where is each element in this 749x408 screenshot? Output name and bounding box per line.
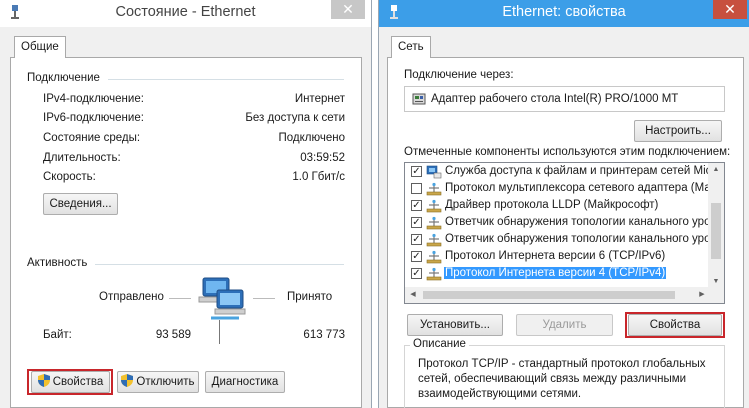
divider <box>169 298 191 299</box>
component-item[interactable]: ✓ Служба доступа к файлам и принтерам сет… <box>405 164 722 180</box>
component-label: Ответчик обнаружения топологии канальног… <box>445 233 717 245</box>
description-label: Описание <box>410 338 469 350</box>
scroll-left-icon[interactable]: ◀ <box>408 290 418 298</box>
title-bar[interactable]: Ethernet: свойства ✕ <box>379 0 749 27</box>
component-checkbox[interactable]: ✓ <box>411 200 422 211</box>
bytes-sent-value: 93 589 <box>155 329 191 341</box>
network-panel: Подключение через: Адаптер рабочего стол… <box>387 57 744 408</box>
protocol-icon <box>426 267 442 281</box>
media-state-value: Подключено <box>278 132 346 144</box>
received-label: Принято <box>287 291 333 303</box>
connection-group-label: Подключение <box>27 72 100 84</box>
details-button[interactable]: Сведения... <box>43 193 118 215</box>
ipv6-label: IPv6-подключение: <box>43 112 144 124</box>
description-text: Протокол TCP/IP - стандартный протокол г… <box>418 358 706 400</box>
component-item[interactable]: ✓ Ответчик обнаружения топологии канально… <box>405 215 717 231</box>
adapter-name: Адаптер рабочего стола Intel(R) PRO/1000… <box>431 93 679 105</box>
activity-group-label: Активность <box>27 257 88 269</box>
bytes-received-value: 613 773 <box>303 329 345 341</box>
component-item[interactable]: Протокол мультиплексора сетевого адаптер… <box>405 181 722 197</box>
group-divider <box>108 79 344 80</box>
disable-button-label: Отключить <box>136 376 195 388</box>
close-button[interactable]: ✕ <box>713 0 747 19</box>
component-item[interactable]: ✓ Протокол Интернета версии 4 (TCP/IPv4) <box>405 266 710 282</box>
highlight-frame <box>625 312 725 338</box>
disable-button[interactable]: Отключить <box>117 371 199 393</box>
component-checkbox[interactable]: ✓ <box>411 217 422 228</box>
highlight-frame <box>27 369 113 395</box>
speed-label: Скорость: <box>43 171 96 183</box>
protocol-icon <box>426 216 442 230</box>
general-panel: Подключение IPv4-подключение: Интернет I… <box>10 57 362 408</box>
tab-general[interactable]: Общие <box>14 36 66 58</box>
connect-using-label: Подключение через: <box>404 69 514 81</box>
configure-button[interactable]: Настроить... <box>634 120 722 142</box>
group-divider <box>95 264 344 265</box>
component-checkbox[interactable] <box>411 183 422 194</box>
diagnostics-button[interactable]: Диагностика <box>205 371 285 393</box>
protocol-icon <box>426 199 442 213</box>
component-item[interactable]: ✓ Драйвер протокола LLDP (Майкрософт) <box>405 198 710 214</box>
scroll-up-icon[interactable]: ▲ <box>708 166 724 173</box>
remove-button[interactable]: Удалить <box>516 314 613 336</box>
scrollbar-corner <box>708 287 724 303</box>
protocol-icon <box>426 233 442 247</box>
ipv4-value: Интернет <box>294 93 345 105</box>
component-label: Служба доступа к файлам и принтерам сете… <box>445 165 722 177</box>
install-button[interactable]: Установить... <box>407 314 503 336</box>
file-sharing-icon <box>426 165 442 179</box>
components-label: Отмеченные компоненты используются этим … <box>404 146 731 158</box>
sent-label: Отправлено <box>99 291 164 303</box>
components-list[interactable]: ✓ Служба доступа к файлам и принтерам сет… <box>404 162 725 304</box>
duration-label: Длительность: <box>43 152 121 164</box>
component-item[interactable]: ✓ Протокол Интернета версии 6 (TCP/IPv6) <box>405 249 710 265</box>
component-item[interactable]: ✓ Ответчик обнаружения топологии канально… <box>405 232 717 248</box>
component-label: Протокол Интернета версии 4 (TCP/IPv4) <box>444 267 667 279</box>
scrollbar-thumb[interactable] <box>423 291 675 299</box>
adapter-icon <box>412 93 426 105</box>
window-title: Ethernet: свойства <box>502 4 626 20</box>
component-label: Протокол Интернета версии 6 (TCP/IPv6) <box>445 250 666 262</box>
component-checkbox[interactable]: ✓ <box>411 234 422 245</box>
component-checkbox[interactable]: ✓ <box>411 268 422 279</box>
scrollbar-thumb[interactable] <box>711 203 721 259</box>
component-label: Ответчик обнаружения топологии канальног… <box>445 216 717 228</box>
protocol-icon <box>426 250 442 264</box>
component-label: Протокол мультиплексора сетевого адаптер… <box>445 182 723 194</box>
properties-window: Ethernet: свойства ✕ Сеть Подключение че… <box>378 0 749 408</box>
ipv4-label: IPv4-подключение: <box>43 93 144 105</box>
component-checkbox[interactable]: ✓ <box>411 251 422 262</box>
ipv6-value: Без доступа к сети <box>245 112 345 124</box>
window-title: Состояние - Ethernet <box>115 4 256 20</box>
adapter-field: Адаптер рабочего стола Intel(R) PRO/1000… <box>404 86 725 112</box>
tab-network[interactable]: Сеть <box>391 36 431 58</box>
speed-value: 1.0 Гбит/с <box>292 171 345 183</box>
component-checkbox[interactable]: ✓ <box>411 166 422 177</box>
horizontal-scrollbar[interactable]: ◀ ▶ <box>405 287 710 303</box>
status-window: Состояние - Ethernet ✕ Общие Подключение… <box>0 0 372 408</box>
divider <box>219 320 220 344</box>
network-activity-icon <box>198 277 246 320</box>
media-state-label: Состояние среды: <box>43 132 141 144</box>
vertical-scrollbar[interactable]: ▲ ▼ <box>708 163 724 288</box>
duration-value: 03:59:52 <box>300 152 345 164</box>
protocol-icon <box>426 182 442 196</box>
component-label: Драйвер протокола LLDP (Майкрософт) <box>445 199 659 211</box>
close-button[interactable]: ✕ <box>331 0 365 19</box>
bytes-label: Байт: <box>43 329 72 341</box>
shield-icon <box>121 374 134 388</box>
scroll-down-icon[interactable]: ▼ <box>708 278 724 285</box>
title-bar[interactable]: Состояние - Ethernet ✕ <box>0 0 371 27</box>
scroll-right-icon[interactable]: ▶ <box>697 290 707 298</box>
divider <box>253 298 275 299</box>
